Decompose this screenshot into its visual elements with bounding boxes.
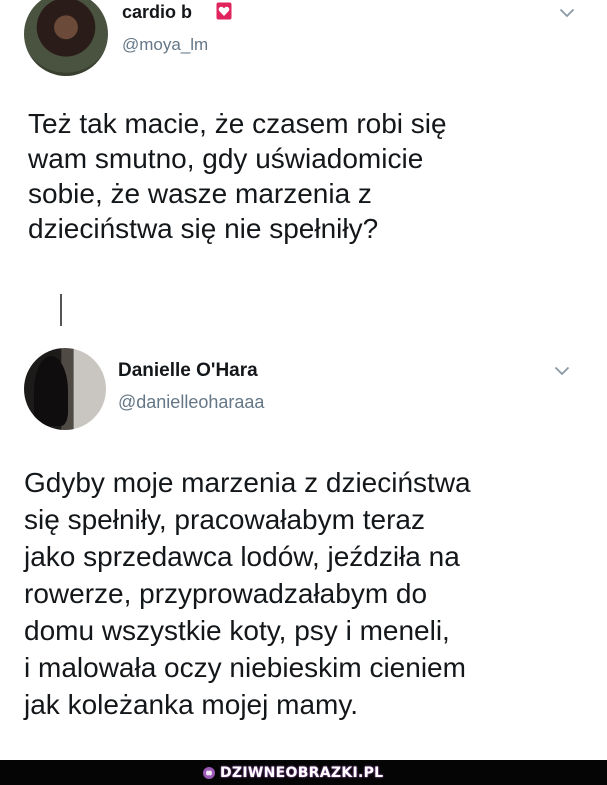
chevron-down-icon[interactable] bbox=[554, 366, 570, 376]
tweet-original: cardio b @moya_lm Też tak macie, że czas… bbox=[0, 0, 607, 300]
tweet-text: Gdyby moje marzenia z dzieciństwa się sp… bbox=[24, 467, 471, 720]
handle[interactable]: @danielleoharaaa bbox=[118, 392, 264, 413]
thread-connector-line bbox=[60, 294, 62, 326]
display-name[interactable]: Danielle O'Hara bbox=[118, 360, 258, 382]
avatar[interactable] bbox=[24, 348, 106, 430]
tweet-text: Też tak macie, że czasem robi się wam sm… bbox=[28, 108, 447, 244]
handle[interactable]: @moya_lm bbox=[122, 35, 208, 55]
watermark-text: DZIWNEOBRAZKI.PL bbox=[220, 764, 384, 781]
avatar[interactable] bbox=[24, 0, 108, 76]
watermark-bar: DZIWNEOBRAZKI.PL bbox=[0, 760, 607, 785]
watermark[interactable]: DZIWNEOBRAZKI.PL bbox=[202, 763, 383, 782]
display-name[interactable]: cardio b bbox=[122, 2, 192, 23]
chevron-down-icon[interactable] bbox=[559, 8, 575, 18]
tweet-reply: Danielle O'Hara @danielleoharaaa Gdyby m… bbox=[0, 336, 607, 756]
brain-icon bbox=[203, 766, 215, 779]
heart-badge-icon bbox=[216, 2, 232, 20]
